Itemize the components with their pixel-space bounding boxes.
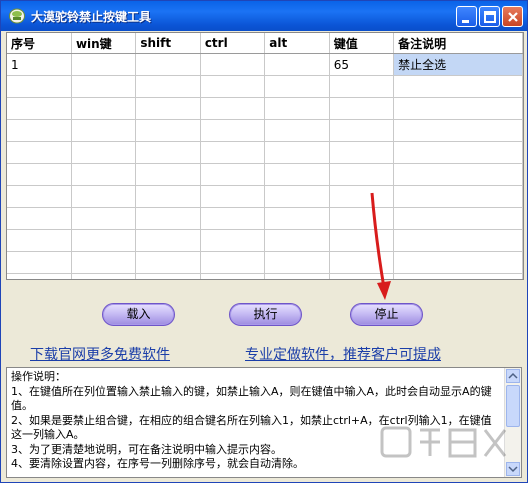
watermark-logo <box>380 426 507 458</box>
red-arrow-icon <box>370 192 391 300</box>
